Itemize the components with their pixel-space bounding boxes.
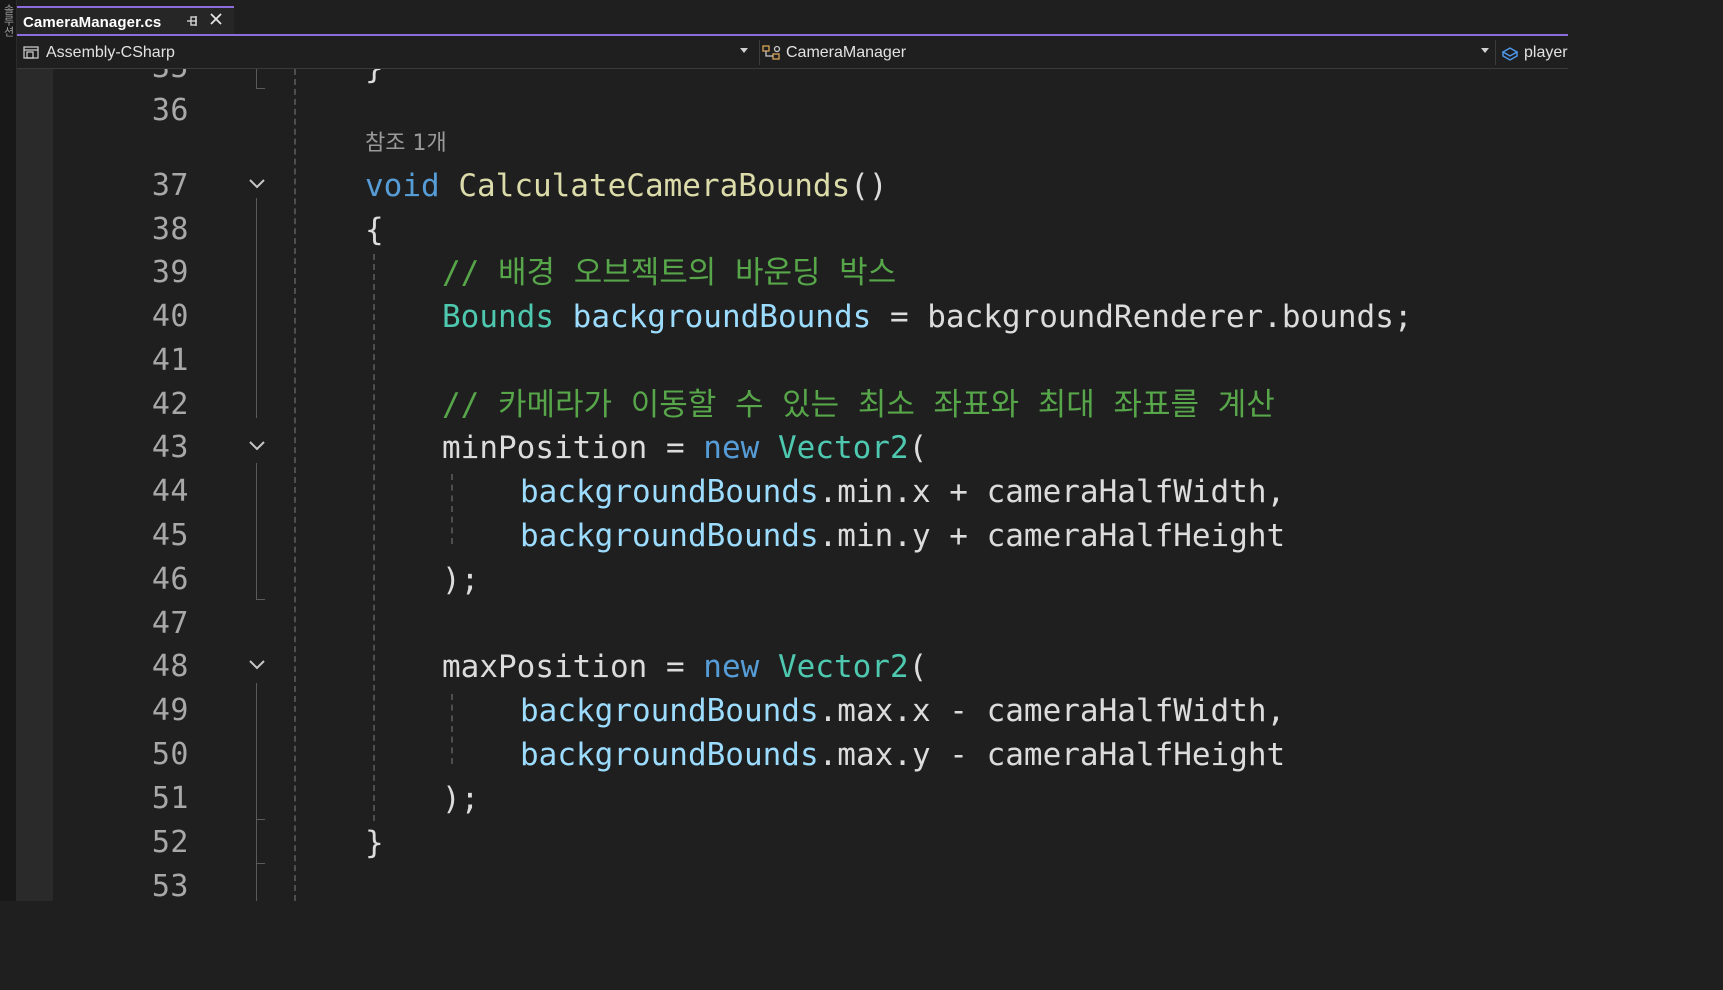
project-dropdown[interactable]: Assembly-CSharp: [22, 36, 756, 69]
code-line[interactable]: backgroundBounds.max.x - cameraHalfWidth…: [520, 689, 1285, 733]
code-token: .max.y - cameraHalfHeight: [818, 737, 1286, 773]
indent-guide: [451, 694, 453, 764]
outline-end: [256, 863, 265, 864]
code-line[interactable]: minPosition = new Vector2(: [442, 426, 927, 470]
project-name: Assembly-CSharp: [46, 43, 175, 61]
code-token: );: [442, 562, 480, 598]
code-token: backgroundBounds: [572, 299, 872, 335]
class-name: CameraManager: [786, 43, 907, 61]
code-line[interactable]: }: [365, 69, 384, 90]
code-token: .max.x - cameraHalfWidth,: [818, 693, 1286, 729]
code-token: (): [850, 168, 888, 204]
code-token: backgroundBounds: [520, 518, 819, 554]
code-line[interactable]: Bounds backgroundBounds = backgroundRend…: [442, 295, 1413, 339]
code-line[interactable]: backgroundBounds.min.x + cameraHalfWidth…: [520, 470, 1285, 514]
code-token: backgroundBounds: [520, 737, 819, 773]
indent-guide: [451, 474, 453, 544]
field-icon: [1500, 44, 1520, 62]
indent-guide: [373, 254, 375, 821]
tab-title: CameraManager.cs: [23, 13, 162, 31]
project-icon: [22, 44, 42, 62]
pin-icon[interactable]: [185, 13, 199, 29]
class-icon: [762, 44, 782, 62]
nav-divider: [1495, 40, 1496, 65]
code-token: // 카메라가 이동할 수 있는 최소 좌표와 최대 좌표를 계산: [442, 387, 1275, 423]
code-token: .min.x + cameraHalfWidth,: [818, 474, 1286, 510]
code-token: Vector2: [777, 430, 909, 466]
code-line[interactable]: {: [365, 208, 384, 252]
chevron-down-icon[interactable]: [739, 45, 749, 59]
code-line[interactable]: }: [365, 821, 384, 865]
code-line[interactable]: // 카메라가 이동할 수 있는 최소 좌표와 최대 좌표를 계산: [442, 383, 1275, 427]
codelens-references[interactable]: 참조 1개: [365, 129, 447, 159]
code-area[interactable]: 참조 1개} void CalculateCameraBounds() { // 배경…: [17, 69, 1568, 901]
code-token: backgroundBounds: [520, 474, 819, 510]
navigation-bar: Assembly-CSharp CameraManager player: [17, 36, 1568, 69]
outline-line: [256, 463, 257, 600]
document-tab-strip: CameraManager.cs: [17, 0, 1568, 36]
code-token: (: [908, 430, 928, 466]
code-token: new: [703, 430, 760, 466]
code-line[interactable]: maxPosition = new Vector2(: [442, 645, 927, 689]
code-line[interactable]: );: [442, 777, 479, 821]
code-line[interactable]: // 배경 오브젝트의 바운딩 박스: [442, 251, 896, 295]
code-token: Vector2: [777, 649, 909, 685]
outline-end: [256, 88, 265, 89]
code-token: );: [442, 781, 480, 817]
close-icon[interactable]: [208, 11, 226, 31]
code-line[interactable]: void CalculateCameraBounds(): [365, 164, 888, 208]
code-line[interactable]: );: [442, 558, 479, 602]
code-token: void: [365, 168, 440, 204]
code-token: (: [908, 649, 928, 685]
chevron-down-icon[interactable]: [1480, 45, 1490, 59]
code-line[interactable]: backgroundBounds.min.y + cameraHalfHeigh…: [520, 514, 1285, 558]
solution-explorer-label[interactable]: 솔루션: [1, 4, 15, 94]
code-token: Bounds: [442, 299, 554, 335]
code-token: }: [365, 69, 384, 86]
code-token: = backgroundRenderer.bounds;: [871, 299, 1413, 335]
code-token: maxPosition =: [442, 649, 704, 685]
member-name: player: [1524, 43, 1568, 61]
code-token: {: [365, 212, 384, 248]
outline-line: [256, 69, 257, 89]
code-token: minPosition =: [442, 430, 704, 466]
outline-end: [256, 599, 265, 600]
outline-line: [256, 683, 257, 821]
code-token: }: [365, 825, 384, 861]
indent-guide: [294, 69, 296, 901]
code-token: backgroundBounds: [520, 693, 819, 729]
outline-line: [256, 821, 257, 901]
code-token: CalculateCameraBounds: [458, 168, 851, 204]
tool-window-strip[interactable]: 솔루션: [0, 0, 17, 901]
tab-camera-manager[interactable]: CameraManager.cs: [17, 6, 234, 36]
code-token: new: [703, 649, 760, 685]
code-editor[interactable]: 35363738394041424344454647484950515253 참…: [17, 69, 1568, 901]
outline-line: [256, 198, 257, 418]
code-token: // 배경 오브젝트의 바운딩 박스: [442, 255, 897, 291]
nav-divider: [759, 40, 760, 65]
outline-end: [256, 819, 265, 820]
class-dropdown[interactable]: CameraManager: [762, 36, 1490, 69]
member-dropdown[interactable]: player: [1500, 36, 1580, 69]
code-line[interactable]: backgroundBounds.max.y - cameraHalfHeigh…: [520, 733, 1285, 777]
code-token: .min.y + cameraHalfHeight: [818, 518, 1286, 554]
